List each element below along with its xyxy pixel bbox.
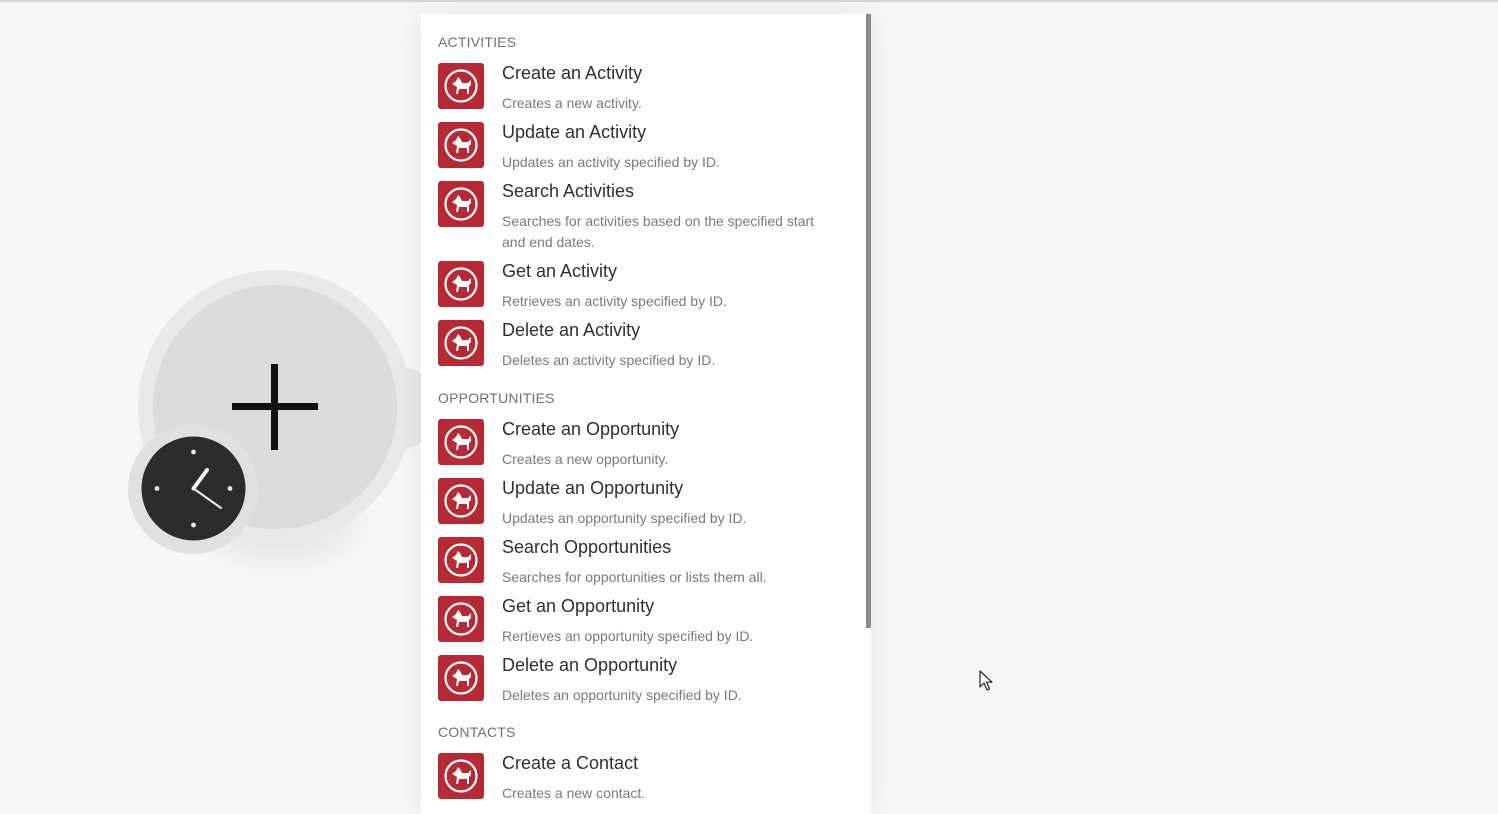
top-border [0,0,1498,2]
menu-item-description: Searches for opportunities or lists them… [502,569,767,585]
dog-logo-icon [438,478,484,524]
menu-item-description: Searches for activities based on the spe… [502,213,815,250]
dog-logo-icon [438,261,484,307]
dog-logo-icon [438,320,484,366]
menu-item-description: Creates a new opportunity. [502,451,669,467]
menu-item-description: Updates an opportunity specified by ID. [502,510,747,526]
menu-item-title: Search Opportunities [502,537,672,557]
menu-item-description: Creates a new activity. [502,95,642,111]
dog-logo-icon [438,596,484,642]
dog-logo-icon [438,63,484,109]
menu-item-title: Update an Opportunity [502,478,684,498]
clock-icon[interactable] [141,436,246,541]
dog-logo-icon [438,122,484,168]
menu-item-title: Create an Activity [502,63,643,83]
mouse-cursor-icon [979,670,995,692]
dog-logo-icon [438,753,484,799]
module-dropdown: ACTIVITIES Create an Activity Creates a … [421,14,871,814]
section-title-contacts: CONTACTS [438,724,516,740]
menu-item-description: Retrieves an activity specified by ID. [502,293,727,309]
dog-logo-icon [438,181,484,227]
menu-item-description: Updates an activity specified by ID. [502,154,720,170]
menu-item-title: Delete an Opportunity [502,655,678,675]
dog-logo-icon [438,655,484,701]
menu-item-description: Deletes an opportunity specified by ID. [502,687,742,703]
dog-logo-icon [438,537,484,583]
menu-item-title: Search Activities [502,181,635,201]
section-title-opportunities: OPPORTUNITIES [438,390,555,406]
menu-item-description: Rertieves an opportunity specified by ID… [502,628,754,644]
menu-item-title: Delete an Activity [502,320,641,340]
menu-item-title: Get an Opportunity [502,596,655,616]
menu-item-title: Create an Opportunity [502,419,680,439]
menu-item-title: Update an Activity [502,122,647,142]
dog-logo-icon [438,419,484,465]
menu-item-description: Creates a new contact. [502,785,646,801]
scrollbar-thumb[interactable] [866,14,871,628]
menu-item-description: Deletes an activity specified by ID. [502,352,716,368]
menu-item-title: Get an Activity [502,261,618,281]
section-title-activities: ACTIVITIES [438,34,517,50]
menu-item-title: Create a Contact [502,753,639,773]
